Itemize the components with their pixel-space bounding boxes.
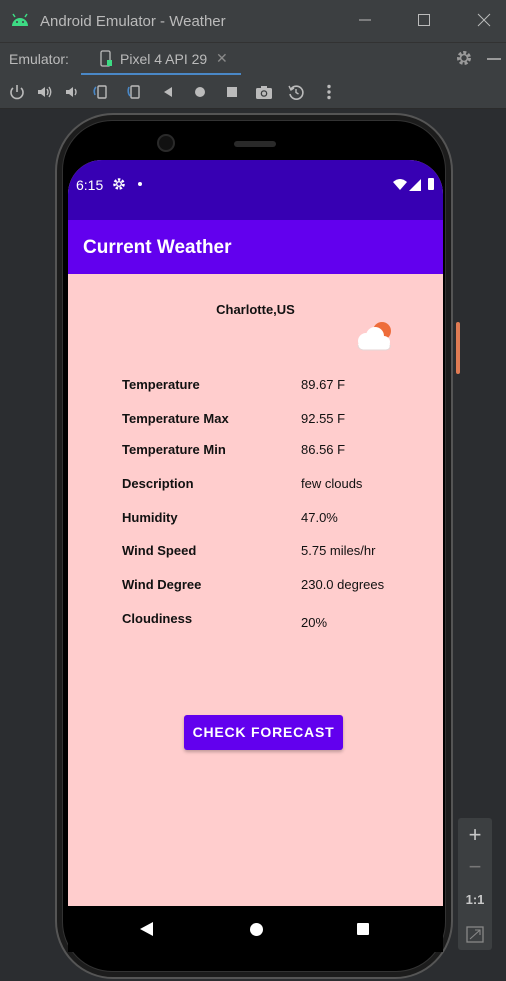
power-icon[interactable] [8,83,26,101]
nav-back-icon[interactable] [140,922,154,941]
weather-value: 92.55 F [301,411,346,426]
signal-icon [409,178,421,194]
device-phone-icon [99,50,113,71]
weather-row-cloudiness: Cloudiness 20% [122,611,422,631]
volume-down-icon[interactable] [63,83,81,101]
weather-label: Wind Degree [122,577,202,592]
weather-label: Temperature Min [122,442,226,457]
volume-up-icon[interactable] [36,83,54,101]
weather-label: Temperature [122,377,200,392]
weather-label: Description [122,476,194,491]
nav-recents-icon[interactable] [357,923,369,935]
more-icon[interactable] [320,83,338,101]
camera-icon [157,134,175,152]
nav-home-icon[interactable] [250,923,263,936]
partly-cloudy-icon [351,318,397,357]
notification-dot-icon [138,182,142,186]
status-time: 6:15 [76,177,104,193]
android-logo-icon [10,12,30,32]
weather-value: 47.0% [301,510,338,525]
weather-value: few clouds [301,476,363,491]
city-name: Charlotte,US [216,302,295,317]
screenshot-icon[interactable] [255,83,273,101]
minimize-icon[interactable] [355,10,375,30]
weather-label: Humidity [122,510,178,525]
weather-label: Wind Speed [122,543,197,558]
weather-label: Temperature Max [122,411,229,426]
check-forecast-button[interactable]: CHECK FORECAST [184,715,343,750]
rotate-left-icon[interactable] [92,83,110,101]
tab-close-icon[interactable]: ✕ [216,50,228,67]
rotate-right-icon[interactable] [126,83,144,101]
weather-label: Cloudiness [122,611,193,626]
weather-value: 5.75 miles/hr [301,543,376,558]
tab-label: Pixel 4 API 29 [120,51,208,67]
phone-side-button[interactable] [456,322,460,374]
emulator-label: Emulator: [9,51,69,67]
weather-value: 230.0 degrees [301,577,385,592]
weather-value: 89.67 F [301,377,346,392]
close-window-icon[interactable] [474,10,494,30]
back-icon[interactable] [159,83,177,101]
weather-row-wind-degree: Wind Degree 230.0 degrees [122,577,422,597]
weather-value: 20% [301,615,328,630]
app-bar: Current Weather [68,220,443,274]
emulator-tabbar: Emulator: Pixel 4 API 29 ✕ [0,42,506,76]
weather-value: 86.56 F [301,442,346,457]
weather-row-description: Description few clouds [122,476,422,496]
android-nav-bar [68,906,443,952]
phone-screen: 6:15 Current Weather Charlotte,US Temper… [68,160,443,952]
zoom-actual-size-button[interactable]: 1:1 [458,892,492,907]
window-titlebar: Android Emulator - Weather [0,0,506,42]
hide-panel-icon[interactable] [487,58,501,60]
speaker-grille [234,141,276,147]
weather-row-wind-speed: Wind Speed 5.75 miles/hr [122,543,422,563]
settings-gear-icon[interactable] [455,49,473,70]
android-status-bar: 6:15 [68,160,443,220]
zoom-panel: + − 1:1 [458,818,492,950]
snapshot-icon[interactable] [287,83,305,101]
tab-pixel-4[interactable]: Pixel 4 API 29 ✕ [81,43,241,76]
home-icon[interactable] [191,83,209,101]
wifi-icon [393,178,407,194]
zoom-in-button[interactable]: + [458,822,492,848]
zoom-out-button[interactable]: − [458,854,492,880]
weather-row-humidity: Humidity 47.0% [122,510,422,530]
weather-content: Charlotte,US Temperature 89.67 F Tempera… [68,274,443,906]
overview-icon[interactable] [223,83,241,101]
battery-icon [428,178,434,190]
window-title: Android Emulator - Weather [40,13,226,30]
weather-row-temperature: Temperature 89.67 F [122,377,422,397]
weather-row-temperature-min: Temperature Min 86.56 F [122,442,422,462]
emulator-toolbar [0,75,506,109]
weather-row-temperature-max: Temperature Max 92.55 F [122,411,422,431]
maximize-icon[interactable] [414,10,434,30]
zoom-fit-icon[interactable] [458,926,492,949]
status-gear-icon [112,177,126,194]
app-title: Current Weather [83,237,232,258]
